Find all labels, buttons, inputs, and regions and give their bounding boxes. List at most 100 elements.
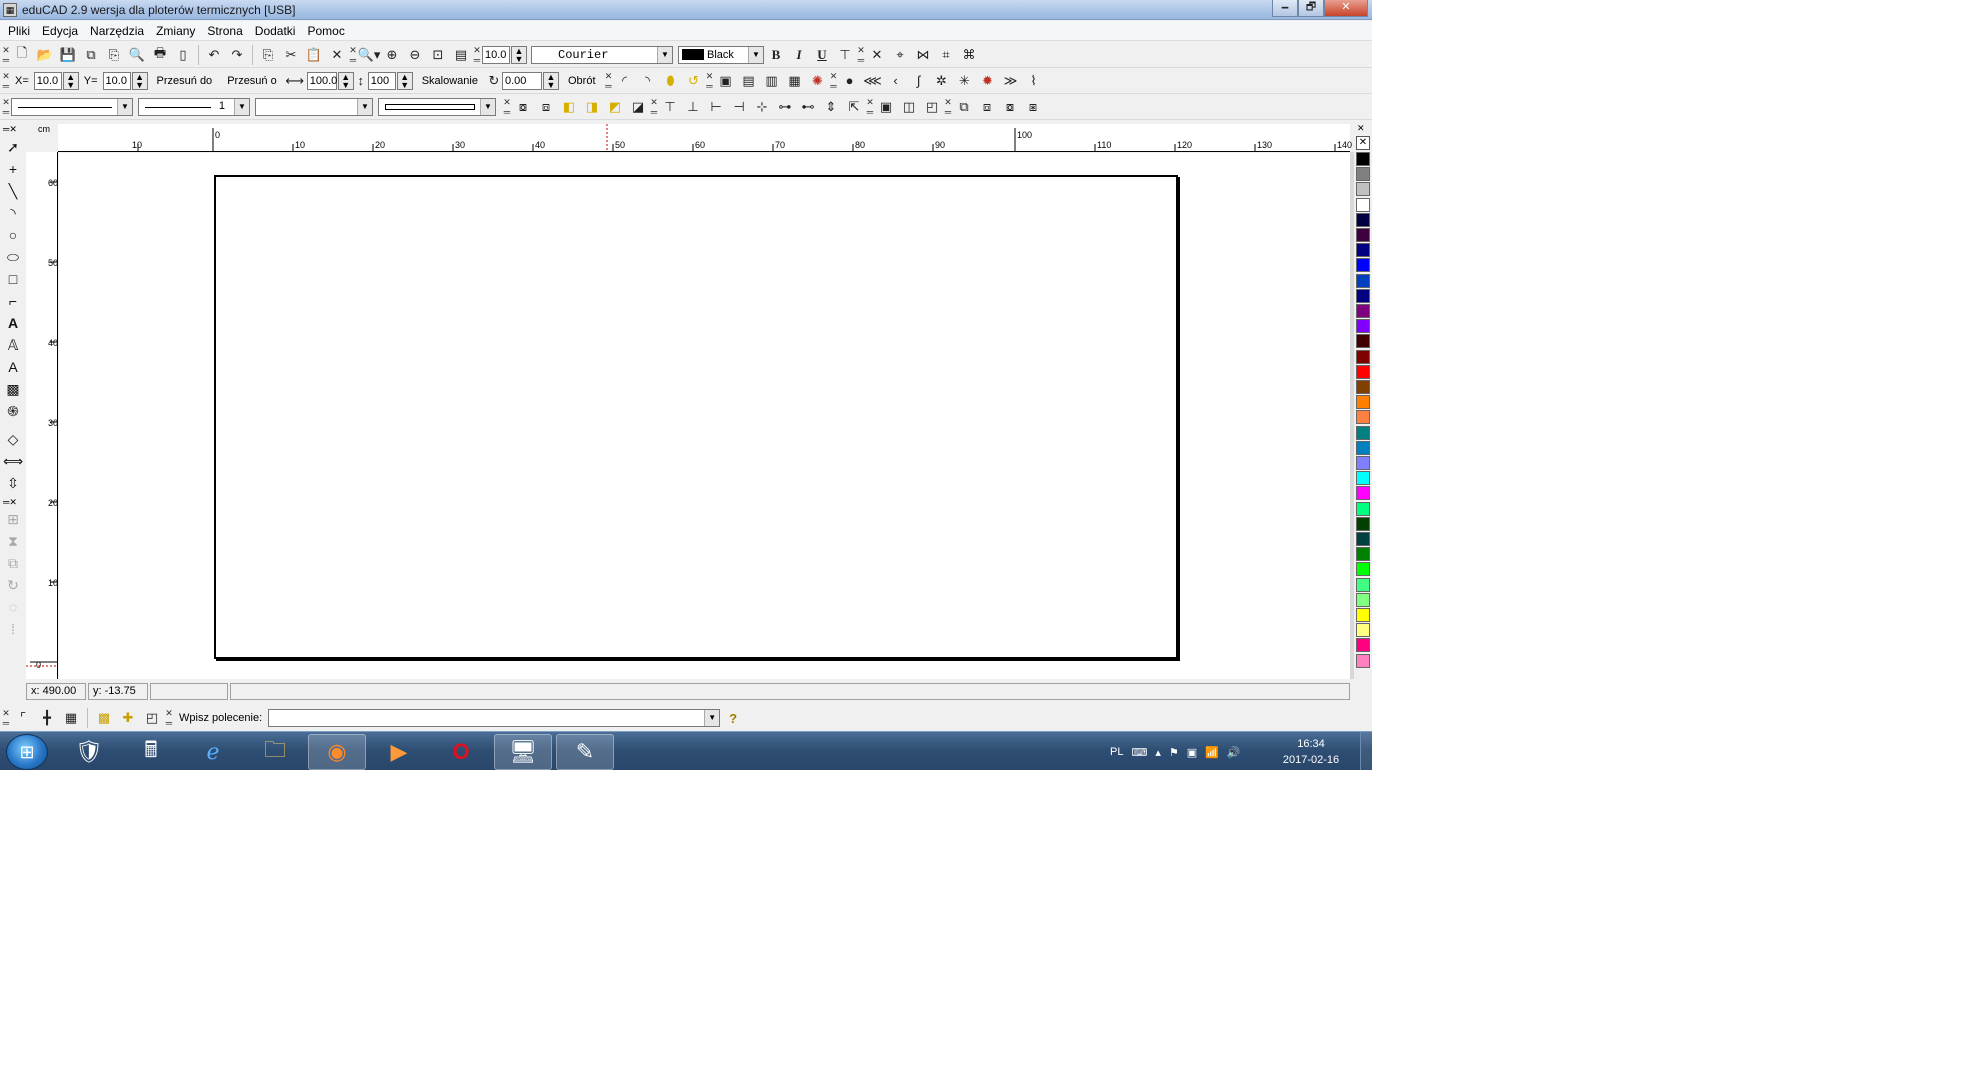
- horizontal-ruler[interactable]: 10 0 10 20 30 40 50 60 70 80 90 100 110 …: [58, 124, 1352, 152]
- scale-height-spinner[interactable]: ▲ ▼: [396, 71, 413, 90]
- align-vcenter-icon[interactable]: ⊶: [774, 96, 796, 118]
- dot-grid-icon[interactable]: ⁞: [3, 619, 23, 639]
- scale-width-spinner[interactable]: ▲ ▼: [337, 71, 354, 90]
- snap-grid-icon[interactable]: ▩: [93, 707, 115, 729]
- tray-flag-icon[interactable]: ⚑: [1169, 746, 1179, 759]
- start-button[interactable]: ⊞: [6, 734, 48, 770]
- y-spinner[interactable]: ▲ ▼: [131, 71, 148, 90]
- rectangle-tool-icon[interactable]: □: [3, 269, 23, 289]
- zoom-in-icon[interactable]: ⊕: [381, 44, 403, 66]
- circle-dots-icon[interactable]: ◌: [3, 597, 23, 617]
- cut-icon[interactable]: ✂: [280, 44, 302, 66]
- arc-right-icon[interactable]: ◝: [637, 70, 659, 92]
- rotate-spinner[interactable]: ▲ ▼: [542, 71, 559, 90]
- star-outline-icon[interactable]: ✳: [954, 70, 976, 92]
- menu-pomoc[interactable]: Pomoc: [301, 21, 350, 40]
- palette-color-swatch[interactable]: [1356, 638, 1370, 653]
- toolbar-grip[interactable]: ✕ ═: [944, 97, 952, 117]
- chevron-down-icon[interactable]: ▼: [704, 710, 720, 726]
- hook-icon[interactable]: ↺: [683, 70, 705, 92]
- y-position-field[interactable]: 10.0: [102, 71, 131, 90]
- forward-one-icon[interactable]: ◩: [604, 96, 626, 118]
- taskbar-educad-icon[interactable]: ✎: [556, 734, 614, 770]
- font-name-select[interactable]: Courier ▼: [531, 45, 673, 64]
- circle-tool-icon[interactable]: ○: [3, 225, 23, 245]
- zoom-page-icon[interactable]: ▤: [450, 44, 472, 66]
- dimension-h-icon[interactable]: ⟺: [3, 451, 23, 471]
- taskbar-explorer-folder-icon[interactable]: 🗀: [246, 734, 304, 770]
- page-area[interactable]: [214, 175, 1178, 659]
- taskbar-firefox-icon[interactable]: ◉: [308, 734, 366, 770]
- chevron-down-icon[interactable]: ▼: [748, 46, 763, 63]
- cross-icon[interactable]: ✕: [866, 44, 888, 66]
- align-right-icon[interactable]: ⊣: [728, 96, 750, 118]
- image-icon[interactable]: ▣: [715, 70, 737, 92]
- group-icon[interactable]: ⧇: [512, 96, 534, 118]
- bitmap-tool-icon[interactable]: ▩: [3, 379, 23, 399]
- arc-tool-icon[interactable]: ◝: [3, 203, 23, 223]
- chevron-down-icon[interactable]: ▼: [357, 98, 372, 115]
- paste-icon[interactable]: 📋: [303, 44, 325, 66]
- node-icon[interactable]: ⌖: [889, 44, 911, 66]
- page-setup-icon[interactable]: ▯: [172, 44, 194, 66]
- subtract-icon[interactable]: ⧇: [999, 96, 1021, 118]
- print-preview-icon[interactable]: 🔍: [126, 44, 148, 66]
- palette-color-swatch[interactable]: [1356, 334, 1370, 349]
- palette-color-swatch[interactable]: [1356, 516, 1370, 531]
- toolbar-grip[interactable]: ✕ ═: [650, 97, 658, 117]
- distribute-h-icon[interactable]: ⊷: [797, 96, 819, 118]
- align-bottom-icon[interactable]: ⊥: [682, 96, 704, 118]
- align-hcenter-icon[interactable]: ⊹: [751, 96, 773, 118]
- align-top-icon[interactable]: ⊤: [659, 96, 681, 118]
- title-bar[interactable]: ▦ eduCAD 2.9 wersja dla ploterów termicz…: [0, 0, 1372, 20]
- toolbar-grip[interactable]: ✕ ═: [2, 708, 10, 728]
- command-input[interactable]: ▼: [268, 709, 721, 727]
- gift-icon[interactable]: ▦: [784, 70, 806, 92]
- palette-color-swatch[interactable]: [1356, 395, 1370, 410]
- grid-toggle-icon[interactable]: ▦: [60, 707, 82, 729]
- minimize-button[interactable]: 🗕: [1272, 0, 1298, 17]
- fan-icon[interactable]: ⋘: [862, 70, 884, 92]
- select-arrow-icon[interactable]: ➚: [3, 137, 23, 157]
- tray-device-icon[interactable]: ▣: [1187, 746, 1197, 759]
- camera-icon[interactable]: ▥: [761, 70, 783, 92]
- palette-color-swatch[interactable]: [1356, 608, 1370, 622]
- toolbar-grip[interactable]: ✕ ═: [866, 97, 874, 117]
- snap-cross-icon[interactable]: ╋: [36, 707, 58, 729]
- font-size-spinner[interactable]: ▲ ▼: [511, 45, 527, 64]
- palette-color-swatch[interactable]: [1356, 562, 1370, 577]
- text-path-tool-icon[interactable]: A: [3, 357, 23, 377]
- palette-color-swatch[interactable]: [1356, 547, 1370, 562]
- redo-icon[interactable]: ↷: [226, 44, 248, 66]
- taskbar-calculator-icon[interactable]: 🖩: [122, 734, 180, 770]
- backward-one-icon[interactable]: ◪: [627, 96, 649, 118]
- rotate-tool-icon[interactable]: ↻: [3, 575, 23, 595]
- rotate-button[interactable]: Obrót: [560, 75, 604, 87]
- toolbar-grip[interactable]: ✕ ═: [2, 45, 10, 65]
- palette-color-swatch[interactable]: [1356, 197, 1370, 212]
- zoom-out-icon[interactable]: ⊖: [404, 44, 426, 66]
- maximize-button[interactable]: 🗗: [1298, 0, 1324, 17]
- toolbar-grip[interactable]: ✕ ═: [857, 45, 865, 65]
- palette-color-swatch[interactable]: [1356, 243, 1370, 258]
- chevron-down-icon[interactable]: ▼: [480, 98, 495, 115]
- toolbar-grip[interactable]: ✕ ═: [165, 708, 173, 728]
- save-icon[interactable]: 💾: [57, 44, 79, 66]
- pattern-select[interactable]: ▼: [378, 97, 496, 116]
- view-mode-2-icon[interactable]: ◫: [898, 96, 920, 118]
- scale-width-field[interactable]: 100.0: [306, 71, 337, 90]
- spiral-tool-icon[interactable]: ֍: [3, 401, 23, 421]
- toolbar-grip[interactable]: ✕ ═: [2, 97, 10, 117]
- scale-height-field[interactable]: 100: [367, 71, 396, 90]
- taskbar-app-shield-icon[interactable]: 🛡: [60, 734, 118, 770]
- toolbar-grip[interactable]: ✕ ═: [605, 71, 613, 91]
- menu-dodatki[interactable]: Dodatki: [249, 21, 302, 40]
- fill-select[interactable]: ▼: [255, 97, 373, 116]
- import-icon[interactable]: ⎘: [103, 44, 125, 66]
- exclude-icon[interactable]: ⧆: [1022, 96, 1044, 118]
- palette-color-swatch[interactable]: [1356, 410, 1370, 425]
- palette-color-swatch[interactable]: [1356, 349, 1370, 364]
- undo-icon[interactable]: ↶: [203, 44, 225, 66]
- toolbar-grip[interactable]: ✕ ═: [473, 45, 481, 65]
- toolbar-grip[interactable]: ✕ ═: [503, 97, 511, 117]
